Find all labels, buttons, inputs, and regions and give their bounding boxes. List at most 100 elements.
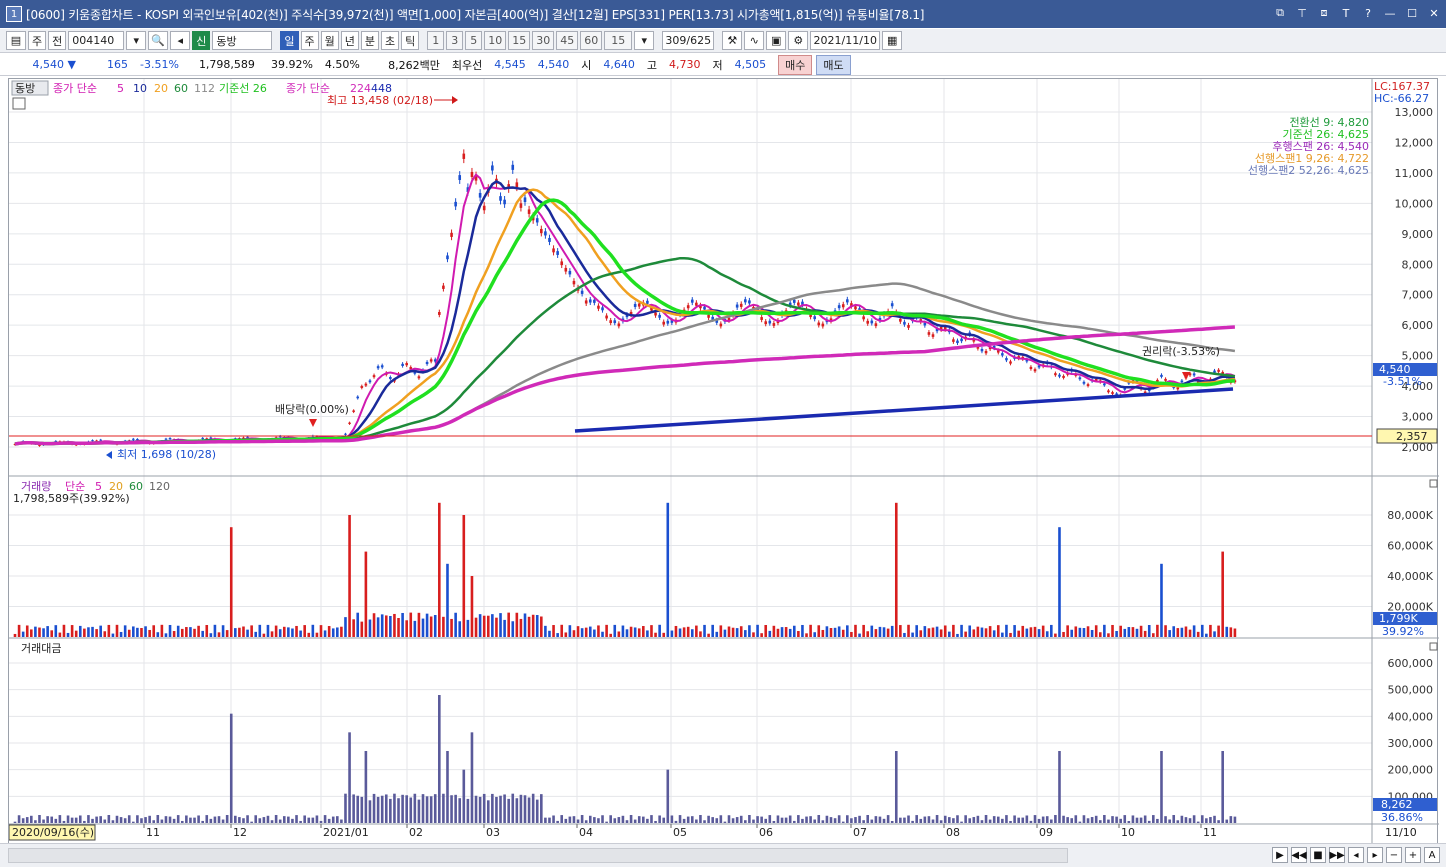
link-icon[interactable]: ⧉ xyxy=(1272,5,1288,21)
candle-body xyxy=(458,175,462,181)
volume-bar xyxy=(372,613,376,637)
volume-bar xyxy=(217,632,221,637)
code-dropdown-icon[interactable]: ▾ xyxy=(126,31,147,50)
volume-bar xyxy=(1225,626,1229,637)
chart-canvas[interactable]: 13,000 12,000 11,000 10,000 9,000 8,000 7,000 6… xyxy=(9,79,1439,845)
market-badge: 신 xyxy=(192,31,211,50)
interval-3[interactable]: 3 xyxy=(446,31,464,50)
window-number[interactable]: 1 xyxy=(6,6,22,22)
volume-bar xyxy=(540,616,543,637)
maximize-icon[interactable]: ☐ xyxy=(1404,5,1420,21)
volume-bar xyxy=(287,627,290,637)
candle-body xyxy=(768,320,772,324)
forward-icon[interactable]: ▶▶ xyxy=(1329,847,1345,863)
amount-bar xyxy=(185,815,188,823)
amount-bar xyxy=(213,816,217,823)
stock-tag[interactable]: 동방 xyxy=(15,82,35,95)
table-toggle-icon[interactable] xyxy=(12,97,26,110)
candle-body xyxy=(695,302,698,306)
candle-body xyxy=(352,410,355,412)
interval-45[interactable]: 45 xyxy=(556,31,579,50)
horizontal-scrollbar[interactable] xyxy=(8,848,1068,863)
volume-pane-close-icon[interactable] xyxy=(1429,479,1438,488)
amount-bar xyxy=(797,815,800,823)
best-label: 최우선 xyxy=(451,58,483,72)
amount-bar xyxy=(593,817,596,823)
calendar-icon[interactable]: ▦ xyxy=(882,31,903,50)
amount-bar xyxy=(1098,820,1102,823)
sell-button[interactable]: 매도 xyxy=(816,54,851,75)
amount-pane-close-icon[interactable] xyxy=(1429,642,1438,651)
candle-body xyxy=(866,320,870,324)
chart-type-icon[interactable]: ▤ xyxy=(6,31,26,50)
amount-bar xyxy=(1131,815,1135,823)
x-tick-label: 02 xyxy=(409,826,423,839)
amount-bar xyxy=(548,817,551,823)
interval-60[interactable]: 60 xyxy=(580,31,603,50)
stock-name-field[interactable]: 동방 xyxy=(212,31,273,50)
date-input[interactable]: 2021/11/10 xyxy=(810,31,881,50)
volume-bar xyxy=(939,629,943,637)
tools-icon[interactable]: ⚒ xyxy=(722,31,743,50)
count-value[interactable]: 309 xyxy=(665,34,686,47)
trade-amount: 8,262백만 xyxy=(388,58,440,72)
interval-30[interactable]: 30 xyxy=(532,31,555,50)
chart-area[interactable]: 13,000 12,000 11,000 10,000 9,000 8,000 7,000 6… xyxy=(8,78,1439,845)
volume-bar xyxy=(613,624,617,637)
window-controls: ⧉ ⊤ ⧈ T ? — ☐ ✕ xyxy=(1272,5,1442,21)
zoom-out-icon[interactable]: − xyxy=(1386,847,1402,863)
save-icon[interactable]: ▣ xyxy=(766,31,787,50)
interval-5[interactable]: 5 xyxy=(465,31,483,50)
minimize-icon[interactable]: — xyxy=(1382,5,1398,21)
period-year[interactable]: 년 xyxy=(340,31,359,50)
volume-bar xyxy=(662,632,666,637)
amount-bar xyxy=(878,816,882,823)
period-day[interactable]: 일 xyxy=(280,31,299,50)
help-icon[interactable]: ? xyxy=(1360,5,1376,21)
stop-icon[interactable]: ■ xyxy=(1310,847,1326,863)
mode-select-1[interactable]: 주 xyxy=(28,31,47,50)
period-month[interactable]: 월 xyxy=(320,31,339,50)
zoom-in-icon[interactable]: + xyxy=(1405,847,1421,863)
candle-body xyxy=(984,350,988,354)
period-second[interactable]: 초 xyxy=(381,31,400,50)
x-tick-label: 03 xyxy=(486,826,500,839)
buy-button[interactable]: 매수 xyxy=(778,54,813,75)
period-tick[interactable]: 틱 xyxy=(401,31,420,50)
volume-bar xyxy=(788,628,792,637)
scroll-right-icon[interactable]: ▸ xyxy=(1367,847,1383,863)
search-icon[interactable]: 🔍 xyxy=(148,31,169,50)
pin-icon[interactable]: ⊤ xyxy=(1294,5,1310,21)
amount-bar xyxy=(433,794,437,823)
amount-bar xyxy=(262,817,266,823)
stock-code-input[interactable]: 004140 xyxy=(68,31,125,50)
volume-bar xyxy=(580,628,584,637)
volume-bar xyxy=(1090,629,1094,637)
candle-body xyxy=(132,438,135,440)
candle-body xyxy=(1082,381,1086,384)
settings-icon[interactable]: ⚙ xyxy=(788,31,809,50)
candle-body xyxy=(666,320,670,324)
scroll-left-icon[interactable]: ◂ xyxy=(1348,847,1364,863)
rewind-icon[interactable]: ◀◀ xyxy=(1291,847,1307,863)
ma20-label: 20 xyxy=(154,82,168,95)
mode-select-2[interactable]: 전 xyxy=(48,31,67,50)
amount-bar xyxy=(1123,815,1127,823)
period-minute[interactable]: 분 xyxy=(360,31,379,50)
interval-1[interactable]: 1 xyxy=(427,31,445,50)
font-icon[interactable]: T xyxy=(1338,5,1354,21)
close-icon[interactable]: ✕ xyxy=(1426,5,1442,21)
interval-dropdown-icon[interactable]: ▾ xyxy=(634,31,655,50)
play-icon[interactable]: ▶ xyxy=(1272,847,1288,863)
interval-15[interactable]: 15 xyxy=(508,31,531,50)
indicator-icon[interactable]: ∿ xyxy=(744,31,765,50)
volume-bar xyxy=(495,617,498,637)
period-week[interactable]: 주 xyxy=(300,31,319,50)
x-tick-label: 12 xyxy=(233,826,247,839)
font-size-icon[interactable]: A xyxy=(1424,847,1440,863)
sound-icon[interactable]: ◂ xyxy=(170,31,191,50)
volume-bar xyxy=(38,627,41,637)
interval-10[interactable]: 10 xyxy=(484,31,507,50)
restore-icon[interactable]: ⧈ xyxy=(1316,5,1332,21)
interval-input[interactable]: 15 xyxy=(604,31,633,50)
